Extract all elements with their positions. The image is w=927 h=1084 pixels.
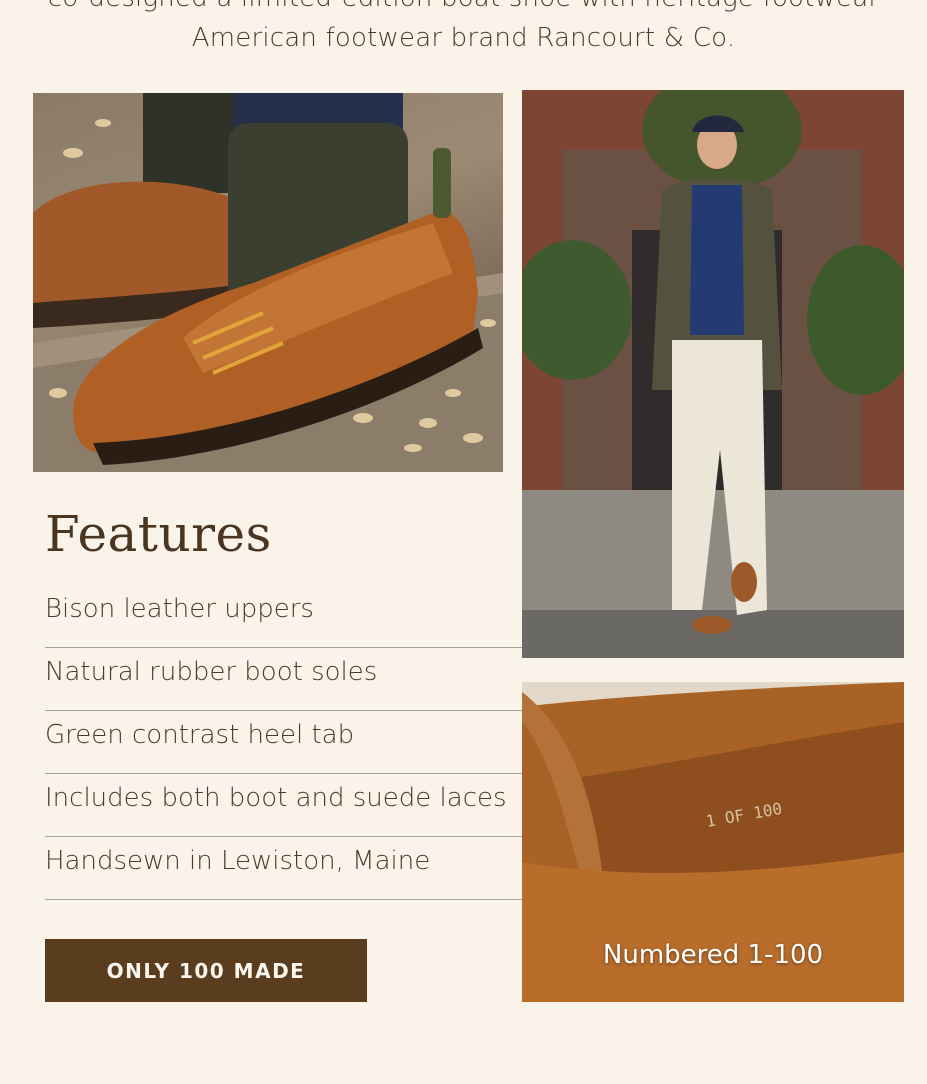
intro-text: co-designed a limited-edition boat shoe … — [0, 0, 927, 58]
feature-item: Handsewn in Lewiston, Maine — [45, 838, 522, 900]
intro-line-1: co-designed a limited-edition boat shoe … — [0, 0, 927, 18]
intro-line-2: American footwear brand Rancourt & Co. — [191, 23, 736, 53]
feature-item: Includes both boot and suede laces — [45, 775, 522, 837]
features-heading: Features — [45, 505, 272, 563]
shoe-closeup-image — [33, 93, 503, 472]
features-list: Bison leather uppers Natural rubber boot… — [45, 586, 522, 901]
model-walking-image — [522, 90, 904, 658]
feature-item: Green contrast heel tab — [45, 712, 522, 774]
model-walking-illustration — [522, 90, 904, 658]
feature-item: Natural rubber boot soles — [45, 649, 522, 711]
insole-caption: Numbered 1-100 — [602, 940, 824, 970]
feature-item: Bison leather uppers — [45, 586, 522, 648]
shoe-closeup-illustration — [33, 93, 503, 472]
only-100-made-button[interactable]: ONLY 100 MADE — [45, 939, 367, 1002]
